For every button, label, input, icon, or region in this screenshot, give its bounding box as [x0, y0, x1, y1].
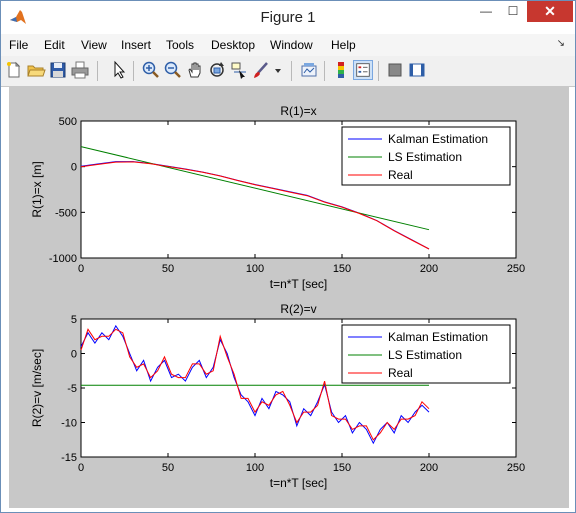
x-axis-label: t=n*T [sec] [270, 476, 327, 490]
menu-view[interactable]: View [81, 38, 107, 52]
axes-title: R(1)=x [280, 104, 316, 118]
edit-plot-arrow-icon[interactable] [109, 60, 129, 80]
x-tick-label: 100 [246, 462, 264, 474]
x-tick-label: 250 [507, 462, 525, 474]
x-tick-label: 200 [420, 462, 438, 474]
maximize-button[interactable]: ☐ [500, 1, 526, 22]
y-tick-label: -15 [61, 452, 77, 464]
menu-bar: File Edit View Insert Tools Desktop Wind… [1, 34, 575, 56]
zoom-out-icon[interactable] [163, 60, 183, 80]
figure-canvas[interactable]: R(1)=x 0 50 100 150 200 250 500 0 -500 -1000 t=n*T … [9, 87, 569, 508]
menu-help[interactable]: Help [331, 38, 356, 52]
pan-hand-icon[interactable] [185, 60, 205, 80]
toolbar-separator [324, 61, 325, 81]
dock-arrow-icon[interactable]: ↘ [557, 38, 565, 49]
legend-entry: LS Estimation [388, 348, 462, 362]
show-plot-tools-icon[interactable] [407, 60, 427, 80]
x-tick-label: 0 [78, 263, 84, 275]
insert-colorbar-icon[interactable] [331, 60, 351, 80]
new-figure-icon[interactable] [4, 60, 24, 80]
legend-entry: Kalman Estimation [388, 330, 488, 344]
legend-entry: Real [388, 366, 413, 380]
brush-dropdown-icon[interactable] [273, 60, 283, 80]
y-tick-label: -500 [55, 207, 77, 219]
menu-file[interactable]: File [9, 38, 28, 52]
legend[interactable]: Kalman Estimation LS Estimation Real [341, 126, 511, 186]
y-tick-label: -1000 [49, 253, 77, 265]
open-file-icon[interactable] [26, 60, 46, 80]
x-tick-label: 50 [162, 462, 174, 474]
menu-window[interactable]: Window [270, 38, 313, 52]
print-figure-icon[interactable] [70, 60, 90, 80]
x-tick-label: 100 [246, 263, 264, 275]
minimize-button[interactable]: — [473, 1, 499, 22]
y-tick-label: -10 [61, 418, 77, 430]
menu-desktop[interactable]: Desktop [211, 38, 255, 52]
x-axis-label: t=n*T [sec] [270, 277, 327, 291]
legend-entry: Real [388, 168, 413, 182]
menu-insert[interactable]: Insert [121, 38, 151, 52]
axes-2[interactable]: R(2)=v0 50 100 150 200 25050-5-10-15t=n*T [se… [30, 302, 525, 490]
zoom-in-icon[interactable] [141, 60, 161, 80]
close-button[interactable]: ✕ [527, 1, 573, 22]
title-bar[interactable]: Figure 1 — ☐ ✕ [1, 1, 575, 33]
x-tick-label: 150 [333, 462, 351, 474]
plot-svg: R(1)=x0 50 100 150 200 2505000-500-1000t=n*T … [30, 104, 525, 490]
y-tick-label: 5 [71, 314, 77, 326]
axes-1[interactable]: R(1)=x 0 50 100 150 200 250 500 0 -500 -1000 t=n*T … [30, 104, 525, 291]
menu-tools[interactable]: Tools [166, 38, 194, 52]
rotate-3d-icon[interactable] [207, 60, 227, 80]
save-figure-icon[interactable] [48, 60, 68, 80]
x-tick-label: 0 [78, 462, 84, 474]
x-tick-label: 200 [420, 263, 438, 275]
legend[interactable]: Kalman Estimation LS Estimation Real [341, 324, 511, 384]
hide-plot-tools-icon[interactable] [385, 60, 405, 80]
figure-window: Figure 1 — ☐ ✕ File Edit View Insert Too… [0, 0, 576, 513]
menu-edit[interactable]: Edit [44, 38, 65, 52]
y-tick-label: 0 [71, 162, 77, 174]
toolbar-separator [378, 61, 379, 81]
x-tick-label: 150 [333, 263, 351, 275]
x-tick-label: 50 [162, 263, 174, 275]
y-axis-label: R(1)=x [m] [30, 161, 44, 217]
y-axis-label: R(2)=v [m/sec] [30, 349, 44, 427]
brush-icon[interactable] [251, 60, 271, 80]
y-tick-label: -5 [67, 383, 77, 395]
data-cursor-icon[interactable] [229, 60, 249, 80]
toolbar-separator [97, 61, 98, 81]
legend-entry: LS Estimation [388, 150, 462, 164]
x-tick-label: 250 [507, 263, 525, 275]
link-plot-icon[interactable] [299, 60, 319, 80]
axes-title: R(2)=v [280, 302, 316, 316]
figure-toolbar [1, 56, 575, 87]
y-tick-label: 0 [71, 349, 77, 361]
y-tick-label: 500 [59, 116, 77, 128]
legend-entry: Kalman Estimation [388, 132, 488, 146]
insert-legend-icon[interactable] [353, 60, 373, 80]
toolbar-separator [133, 61, 134, 81]
toolbar-separator [291, 61, 292, 81]
